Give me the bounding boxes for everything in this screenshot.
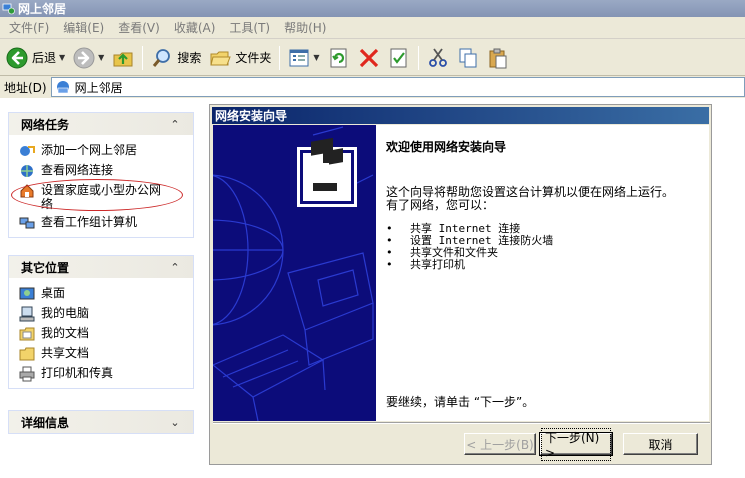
address-input[interactable]: 网上邻居: [50, 77, 745, 97]
folders-button[interactable]: 文件夹: [205, 43, 275, 73]
copy-button[interactable]: [453, 43, 483, 73]
place-printers-faxes[interactable]: 打印机和传真: [19, 364, 187, 384]
address-value: 网上邻居: [74, 80, 123, 95]
desktop-icon: [19, 287, 35, 300]
window-title: 网上邻居: [18, 2, 67, 16]
views-button[interactable]: ▼: [284, 43, 323, 73]
address-bar: 地址(D) 网上邻居: [0, 77, 745, 97]
search-label: 搜索: [177, 51, 202, 65]
network-setup-wizard: 网络安装向导 欢迎使用网络安装向导 这个向导将帮助您设置这台计算机以便在网络上运…: [209, 104, 712, 465]
list-item: • 共享打印机: [386, 258, 465, 271]
search-button[interactable]: 搜索: [147, 43, 205, 73]
toolbar: 后退 ▼ ▼ 搜索 文件夹 ▼: [0, 40, 745, 76]
network-connections-icon: [21, 165, 33, 177]
refresh-icon: [330, 48, 347, 67]
my-computer-icon: [19, 306, 35, 322]
forward-dropdown-icon[interactable]: ▼: [98, 53, 104, 62]
menu-bar: 文件(F) 编辑(E) 查看(V) 收藏(A) 工具(T) 帮助(H): [0, 17, 745, 39]
back-button[interactable]: 后退 ▼: [2, 43, 69, 73]
wizard-content: 欢迎使用网络安装向导 这个向导将帮助您设置这台计算机以便在网络上运行。 有了网络…: [376, 125, 709, 421]
network-tasks-panel: 网络任务 ⌃ 添加一个网上邻居 查看网络连接 设置家庭或小型办公网络 查看工作组…: [8, 112, 194, 238]
workgroup-computers-icon: [19, 217, 35, 229]
back-dropdown-icon[interactable]: ▼: [59, 53, 65, 62]
title-bar: 网上邻居: [0, 0, 745, 17]
other-places-panel: 其它位置 ⌃ 桌面 我的电脑 我的文档 共享文档 打印机和传真: [8, 255, 194, 389]
expand-icon[interactable]: ⌄: [167, 414, 183, 430]
collapse-icon[interactable]: ⌃: [167, 259, 183, 275]
wizard-heading: 欢迎使用网络安装向导: [386, 140, 507, 154]
cut-button[interactable]: [423, 43, 453, 73]
menu-edit[interactable]: 编辑(E): [56, 19, 111, 36]
wizard-banner-illustration: [213, 125, 376, 421]
wizard-title-bar: 网络安装向导: [212, 107, 709, 124]
address-label: 地址(D): [4, 80, 47, 95]
copy-icon: [459, 48, 477, 67]
wizard-side-art: [213, 125, 376, 421]
toolbar-separator: [142, 45, 144, 70]
wizard-description: 这个向导将帮助您设置这台计算机以便在网络上运行。 有了网络，您可以：: [386, 185, 675, 212]
shared-folder-icon: [19, 347, 35, 361]
task-pane: 网络任务 ⌃ 添加一个网上邻居 查看网络连接 设置家庭或小型办公网络 查看工作组…: [0, 98, 203, 478]
task-add-network-place[interactable]: 添加一个网上邻居: [19, 141, 187, 161]
details-title: 详细信息: [21, 415, 70, 430]
place-my-computer[interactable]: 我的电脑: [19, 304, 187, 324]
network-places-icon: [2, 3, 15, 15]
details-header[interactable]: 详细信息 ⌄: [9, 411, 193, 433]
add-network-place-icon: [20, 146, 35, 156]
wizard-next-button[interactable]: 下一步(N) >: [539, 427, 613, 461]
wizard-continue-text: 要继续，请单击 “下一步”。: [386, 395, 535, 409]
menu-tools[interactable]: 工具(T): [222, 19, 277, 36]
delete-button[interactable]: [354, 43, 384, 73]
up-folder-icon: [113, 52, 133, 66]
task-view-workgroup-computers[interactable]: 查看工作组计算机: [19, 213, 187, 233]
folders-label: 文件夹: [235, 51, 272, 65]
menu-help[interactable]: 帮助(H): [277, 19, 333, 36]
wizard-feature-list: • 共享 Internet 连接 • 设置 Internet 连接防火墙 • 共享文件…: [386, 223, 553, 271]
toolbar-separator: [279, 45, 281, 70]
up-folder-button[interactable]: [108, 43, 138, 73]
properties-icon: [390, 48, 407, 67]
place-desktop[interactable]: 桌面: [19, 284, 187, 304]
folders-icon: [210, 51, 232, 65]
properties-button[interactable]: [384, 43, 414, 73]
search-icon: [153, 48, 171, 67]
wizard-back-button[interactable]: < 上一步(B): [464, 433, 536, 455]
network-tasks-title: 网络任务: [21, 117, 70, 132]
toolbar-separator: [417, 45, 419, 70]
menu-file[interactable]: 文件(F): [2, 19, 56, 36]
forward-button[interactable]: ▼: [69, 43, 108, 73]
other-places-title: 其它位置: [21, 260, 70, 275]
back-arrow-icon: [6, 47, 28, 68]
other-places-header[interactable]: 其它位置 ⌃: [9, 256, 193, 278]
network-tasks-header[interactable]: 网络任务 ⌃: [9, 113, 193, 135]
back-label: 后退: [32, 51, 57, 65]
refresh-button[interactable]: [324, 43, 354, 73]
paste-icon: [489, 48, 507, 68]
menu-favorites[interactable]: 收藏(A): [167, 19, 223, 36]
place-my-documents[interactable]: 我的文档: [19, 324, 187, 344]
scissors-icon: [428, 47, 447, 67]
highlight-annotation: [11, 179, 183, 211]
menu-view[interactable]: 查看(V): [111, 19, 167, 36]
other-places-body: 桌面 我的电脑 我的文档 共享文档 打印机和传真: [9, 278, 193, 388]
my-documents-icon: [19, 327, 35, 341]
paste-button[interactable]: [483, 43, 513, 73]
views-dropdown-icon[interactable]: ▼: [313, 53, 319, 62]
forward-arrow-icon: [73, 47, 95, 68]
delete-x-icon: [359, 48, 378, 67]
printer-icon: [19, 366, 35, 382]
views-icon: [289, 49, 309, 66]
wizard-cancel-button[interactable]: 取消: [623, 433, 698, 455]
wizard-divider: [213, 422, 710, 424]
task-view-network-connections[interactable]: 查看网络连接: [19, 161, 187, 181]
collapse-icon[interactable]: ⌃: [167, 116, 183, 132]
network-places-icon: [56, 81, 69, 94]
place-shared-documents[interactable]: 共享文档: [19, 344, 187, 364]
details-panel: 详细信息 ⌄: [8, 410, 194, 434]
